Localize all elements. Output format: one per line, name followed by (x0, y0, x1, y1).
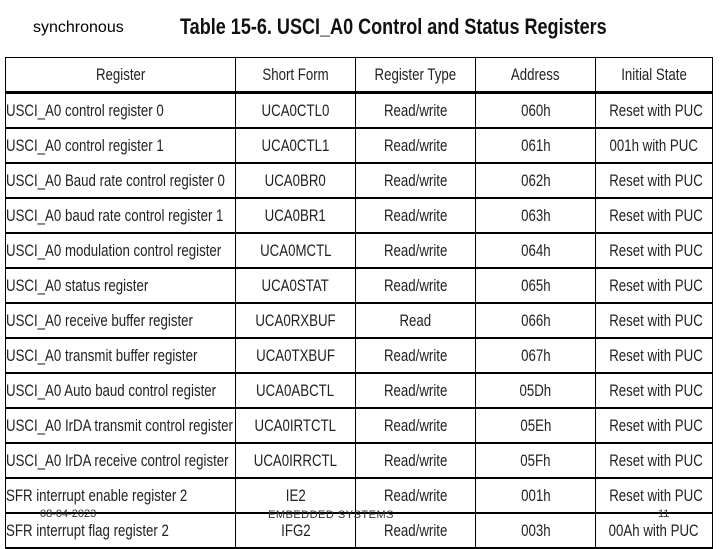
cell-address: 067h (475, 337, 596, 374)
cell-short-form: IE2 (235, 477, 356, 514)
footer-title: EMBEDDED SYSTEMS (268, 509, 394, 521)
register-table: Register Short Form Register Type Addres… (5, 57, 713, 549)
cell-short-form: UCA0RXBUF (235, 302, 356, 339)
table-body: USCI_A0 control register 0 UCA0CTL0 Read/w… (5, 92, 713, 549)
cell-register-type: Read/write (355, 232, 476, 269)
cell-address: 064h (475, 232, 596, 269)
cell-short-form: UCA0STAT (235, 267, 356, 304)
cell-register: USCI_A0 IrDA transmit control register (5, 407, 236, 444)
table-row: USCI_A0 Baud rate control register 0 UCA0… (5, 162, 713, 199)
cell-register: USCI_A0 status register (5, 267, 236, 304)
cell-initial-state: 00Ah with PUC (595, 512, 713, 549)
cell-address: 060h (475, 92, 596, 129)
table-row: USCI_A0 Auto baud control register UCA0AB… (5, 372, 713, 409)
slide-label: synchronous (33, 19, 124, 36)
cell-initial-state: Reset with PUC (595, 442, 713, 479)
table-title: Table 15-6. USCI_A0 Control and Status R… (180, 14, 607, 39)
cell-register: USCI_A0 control register 0 (5, 92, 236, 129)
table-row: USCI_A0 IrDA receive control register UCA… (5, 442, 713, 479)
cell-short-form: UCA0ABCTL (235, 372, 356, 409)
column-header-register: Register (5, 57, 236, 93)
cell-initial-state: Reset with PUC (595, 407, 713, 444)
cell-address: 066h (475, 302, 596, 339)
cell-short-form: UCA0BR1 (235, 197, 356, 234)
cell-initial-state: Reset with PUC (595, 92, 713, 129)
cell-register-type: Read/write (355, 162, 476, 199)
cell-initial-state: Reset with PUC (595, 232, 713, 269)
cell-initial-state: Reset with PUC (595, 197, 713, 234)
cell-register-type: Read/write (355, 407, 476, 444)
cell-register: USCI_A0 Baud rate control register 0 (5, 162, 236, 199)
cell-short-form: UCA0MCTL (235, 232, 356, 269)
cell-initial-state: Reset with PUC (595, 337, 713, 374)
cell-register-type: Read/write (355, 127, 476, 164)
cell-register-type: Read/write (355, 477, 476, 514)
table-header-row: Register Short Form Register Type Addres… (5, 57, 713, 93)
cell-register-type: Read/write (355, 372, 476, 409)
cell-short-form: UCA0IRTCTL (235, 407, 356, 444)
cell-initial-state: Reset with PUC (595, 477, 713, 514)
cell-initial-state: Reset with PUC (595, 372, 713, 409)
page-number: 11 (658, 508, 670, 520)
column-header-address: Address (475, 57, 596, 93)
cell-register-type: Read (355, 302, 476, 339)
table-row: USCI_A0 control register 0 UCA0CTL0 Read/w… (5, 92, 713, 129)
cell-initial-state: Reset with PUC (595, 162, 713, 199)
cell-register-type: Read/write (355, 197, 476, 234)
column-header-short-form: Short Form (235, 57, 356, 93)
cell-address: 061h (475, 127, 596, 164)
column-header-initial-state: Initial State (595, 57, 713, 93)
cell-register: USCI_A0 transmit buffer register (5, 337, 236, 374)
cell-address: 065h (475, 267, 596, 304)
table-row: USCI_A0 control register 1 UCA0CTL1 Read/w… (5, 127, 713, 164)
cell-address: 001h (475, 477, 596, 514)
cell-register: USCI_A0 Auto baud control register (5, 372, 236, 409)
table-row: SFR interrupt enable register 2 IE2 Read/w… (5, 477, 713, 514)
cell-initial-state: Reset with PUC (595, 267, 713, 304)
cell-short-form: UCA0CTL1 (235, 127, 356, 164)
table-row: USCI_A0 receive buffer register UCA0RXBUF… (5, 302, 713, 339)
cell-register-type: Read/write (355, 267, 476, 304)
cell-short-form: UCA0TXBUF (235, 337, 356, 374)
footer-date: 08-04-2023 (40, 508, 97, 520)
cell-initial-state: 001h with PUC (595, 127, 713, 164)
cell-register: USCI_A0 receive buffer register (5, 302, 236, 339)
cell-register: USCI_A0 control register 1 (5, 127, 236, 164)
cell-address: 062h (475, 162, 596, 199)
cell-register-type: Read/write (355, 442, 476, 479)
column-header-register-type: Register Type (355, 57, 476, 93)
table-row: USCI_A0 modulation control register UCA0M… (5, 232, 713, 269)
cell-initial-state: Reset with PUC (595, 302, 713, 339)
table-row: USCI_A0 transmit buffer register UCA0TXBU… (5, 337, 713, 374)
cell-register: USCI_A0 modulation control register (5, 232, 236, 269)
cell-address: 05Eh (475, 407, 596, 444)
cell-short-form: UCA0IRRCTL (235, 442, 356, 479)
cell-address: 003h (475, 512, 596, 549)
cell-short-form: UCA0CTL0 (235, 92, 356, 129)
cell-register: USCI_A0 baud rate control register 1 (5, 197, 236, 234)
cell-register-type: Read/write (355, 337, 476, 374)
cell-address: 05Dh (475, 372, 596, 409)
table-row: USCI_A0 status register UCA0STAT Read/writ… (5, 267, 713, 304)
cell-address: 05Fh (475, 442, 596, 479)
table-row: USCI_A0 IrDA transmit control register UC… (5, 407, 713, 444)
cell-short-form: UCA0BR0 (235, 162, 356, 199)
cell-address: 063h (475, 197, 596, 234)
table-row: USCI_A0 baud rate control register 1 UCA0… (5, 197, 713, 234)
cell-register-type: Read/write (355, 92, 476, 129)
cell-register: USCI_A0 IrDA receive control register (5, 442, 236, 479)
